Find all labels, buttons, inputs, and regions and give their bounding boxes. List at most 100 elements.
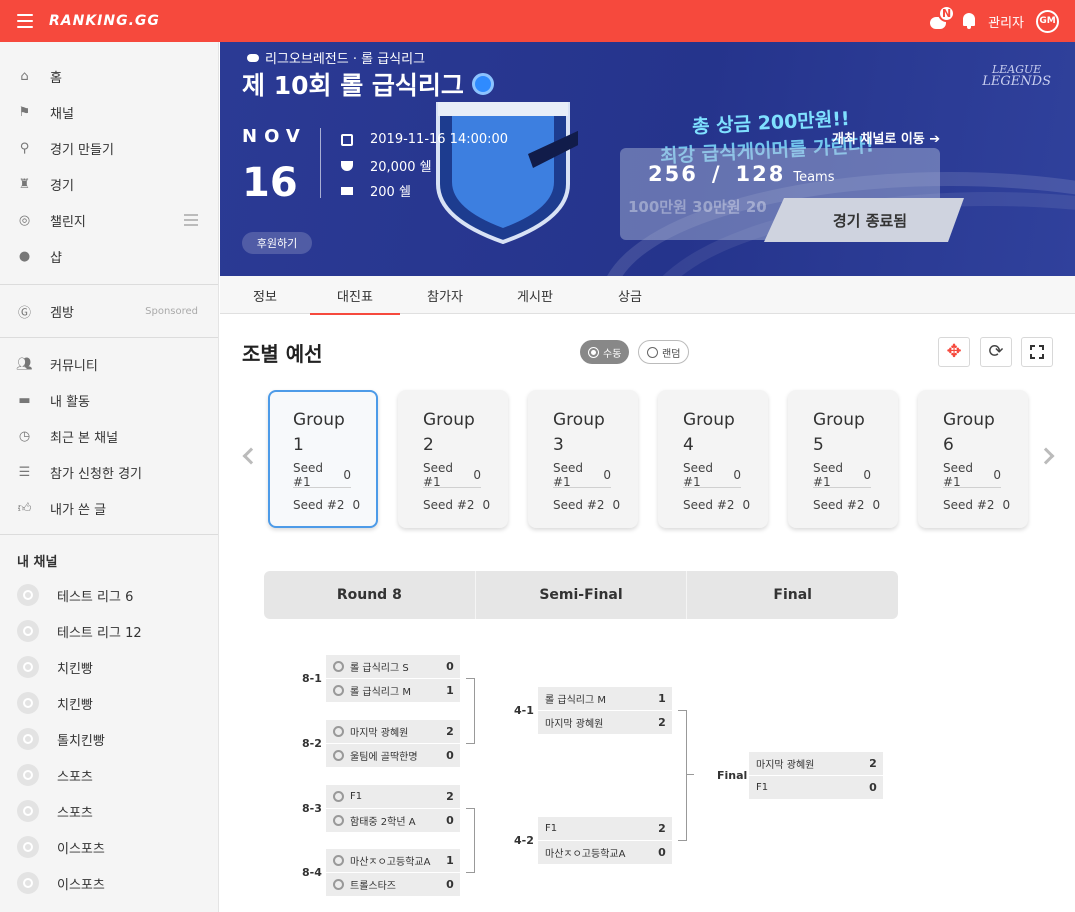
seed-label: Seed #2 — [683, 498, 735, 512]
support-button[interactable]: 후원하기 — [242, 232, 312, 254]
sidebar-item-home[interactable]: ⌂ 홈 — [0, 58, 218, 94]
random-toggle[interactable]: 랜덤 — [638, 340, 690, 364]
bracket-slot[interactable]: 마지막 광혜원 2 — [749, 752, 883, 775]
bracket-slot[interactable]: F1 2 — [538, 817, 672, 840]
sidebar-item-recent-channels[interactable]: ◷ 최근 본 채널 — [0, 418, 218, 454]
seed-row: Seed #1 0 — [813, 461, 871, 489]
group-title: Group — [813, 410, 865, 430]
prize-text: 20,000 쉘 — [370, 160, 432, 175]
group-card[interactable]: Group 3 Seed #1 0 Seed #2 0 — [528, 390, 638, 528]
section-title: 조별 예선 — [242, 342, 323, 366]
team-score: 2 — [869, 757, 877, 770]
group-card[interactable]: Group 6 Seed #1 0 Seed #2 0 — [918, 390, 1028, 528]
group-card[interactable]: Group 2 Seed #1 0 Seed #2 0 — [398, 390, 508, 528]
bracket-slot[interactable]: 트롤스타즈 0 — [326, 873, 460, 896]
filter-icon[interactable] — [184, 214, 198, 226]
channel-item[interactable]: 스포츠 — [0, 757, 218, 793]
seed-row: Seed #1 0 — [293, 461, 351, 489]
bracket-slot[interactable]: 마산ㅈㅇ고등학교A 0 — [538, 841, 672, 864]
top-bar: RANKING.GG N 관리자 GM — [0, 0, 1075, 42]
team-name: 함태중 2학년 A — [350, 817, 416, 828]
bracket-slot[interactable]: 함태중 2학년 A 0 — [326, 809, 460, 832]
sidebar-item-label: 내가 쓴 글 — [50, 502, 107, 518]
avatar[interactable]: GM — [1036, 9, 1059, 33]
radio-icon — [588, 346, 599, 358]
team-name: 마산ㅈㅇ고등학교A — [545, 849, 626, 860]
channel-item[interactable]: 치킨빵 — [0, 649, 218, 685]
seed-score: 0 — [603, 467, 611, 482]
chevron-left-icon[interactable] — [242, 447, 260, 465]
sidebar-item-channel[interactable]: ⚑ 채널 — [0, 94, 218, 130]
teams-current: 256 — [648, 162, 698, 186]
site-logo[interactable]: RANKING.GG — [49, 13, 160, 29]
tab-prize[interactable]: 상금 — [580, 276, 680, 314]
sidebar-item-shop[interactable]: ● 샵 — [0, 238, 218, 274]
fullscreen-button[interactable] — [1021, 337, 1053, 367]
team-name: 마지막 광혜원 — [545, 719, 604, 730]
manual-toggle[interactable]: 수동 — [580, 340, 630, 364]
sidebar-item-my-posts[interactable]: 👍︎ 내가 쓴 글 — [0, 490, 218, 526]
sidebar: ⌂ 홈 ⚑ 채널 ⚲ 경기 만들기 ♜ 경기 ◎ 챌린지 ● 샵 Ⓖ 겜방 Sp… — [0, 42, 219, 912]
tab-participants[interactable]: 참가자 — [400, 276, 490, 314]
sidebar-item-my-activity[interactable]: ▬ 내 활동 — [0, 382, 218, 418]
sidebar-item-label: 샵 — [50, 250, 62, 266]
chevron-right-icon[interactable] — [1037, 447, 1055, 465]
bracket-slot[interactable]: 마지막 광혜원 2 — [326, 720, 460, 743]
channel-item[interactable]: 테스트 리그 12 — [0, 613, 218, 649]
sidebar-item-gembang[interactable]: Ⓖ 겜방 Sponsored — [0, 293, 218, 329]
bracket-slot[interactable]: 마지막 광혜원 2 — [538, 711, 672, 734]
home-icon: ⌂ — [20, 68, 29, 84]
move-button[interactable]: ✥ — [938, 337, 970, 367]
bracket-slot[interactable]: 롤 급식리그 M 1 — [538, 687, 672, 710]
team-icon — [333, 661, 344, 672]
seed-row: Seed #2 0 — [553, 494, 638, 516]
sidebar-item-applied-matches[interactable]: ☰ 참가 신청한 경기 — [0, 454, 218, 490]
tab-bracket[interactable]: 대진표 — [310, 276, 400, 315]
seed-label: Seed #1 — [813, 460, 843, 489]
teams-separator: / — [711, 162, 722, 186]
go-to-host-channel-link[interactable]: 개최 채널로 이동 ➔ — [832, 128, 940, 147]
bracket-slot[interactable]: 마산ㅈㅇ고등학교A 1 — [326, 849, 460, 872]
team-score: 2 — [658, 716, 666, 729]
group-card[interactable]: Group 1 Seed #1 0 Seed #2 0 — [268, 390, 378, 528]
bracket-connector — [466, 743, 474, 744]
channel-item[interactable]: 톨치킨빵 — [0, 721, 218, 757]
bracket-slot[interactable]: F1 2 — [326, 785, 460, 808]
sidebar-item-label: 경기 만들기 — [50, 142, 114, 158]
group-card[interactable]: Group 5 Seed #1 0 Seed #2 0 — [788, 390, 898, 528]
channel-item[interactable]: 이스포츠 — [0, 865, 218, 901]
seed-label: Seed #1 — [423, 460, 453, 489]
channel-item[interactable]: 스포츠 — [0, 793, 218, 829]
channel-item[interactable]: 치킨빵 — [0, 685, 218, 721]
game-name: 리그오브레전드 · 롤 급식리그 — [265, 52, 426, 67]
seed-score: 0 — [1002, 498, 1011, 512]
sidebar-item-matches[interactable]: ♜ 경기 — [0, 166, 218, 202]
team-name: 마지막 광혜원 — [756, 760, 815, 771]
game-breadcrumb: 리그오브레전드 · 롤 급식리그 — [247, 48, 425, 67]
sidebar-item-create-match[interactable]: ⚲ 경기 만들기 — [0, 130, 218, 166]
sidebar-item-label: 겜방 — [50, 305, 74, 321]
event-datetime: 2019-11-16 14:00:00 — [340, 132, 508, 147]
sidebar-item-community[interactable]: 👥︎ 커뮤니티 — [0, 346, 218, 382]
chat-icon[interactable]: N — [930, 5, 956, 31]
bracket-slot[interactable]: 울팀에 골딱한명 0 — [326, 744, 460, 767]
channel-item[interactable]: 이스포츠 — [0, 829, 218, 865]
bracket-slot[interactable]: F1 0 — [749, 776, 883, 799]
bracket-slot[interactable]: 롤 급식리그 S 0 — [326, 655, 460, 678]
league-of-legends-logo: LEAGUE LEGENDS — [982, 63, 1051, 89]
hamburger-menu-icon[interactable] — [17, 14, 33, 28]
refresh-button[interactable]: ⟳ — [980, 337, 1012, 367]
round-header: Semi-Final — [476, 571, 688, 619]
channel-item[interactable]: 테스트 리그 6 — [0, 577, 218, 613]
channel-avatar — [17, 800, 39, 822]
seed-score: 0 — [473, 467, 481, 482]
bracket-slot[interactable]: 롤 급식리그 M 1 — [326, 679, 460, 702]
team-name: 트롤스타즈 — [350, 881, 396, 892]
group-title: Group — [943, 410, 995, 430]
group-card[interactable]: Group 4 Seed #1 0 Seed #2 0 — [658, 390, 768, 528]
tab-info[interactable]: 정보 — [220, 276, 310, 314]
user-name[interactable]: 관리자 — [988, 12, 1024, 31]
sidebar-item-challenge[interactable]: ◎ 챌린지 — [0, 202, 218, 238]
tab-board[interactable]: 게시판 — [490, 276, 580, 314]
bell-icon[interactable] — [962, 13, 976, 29]
